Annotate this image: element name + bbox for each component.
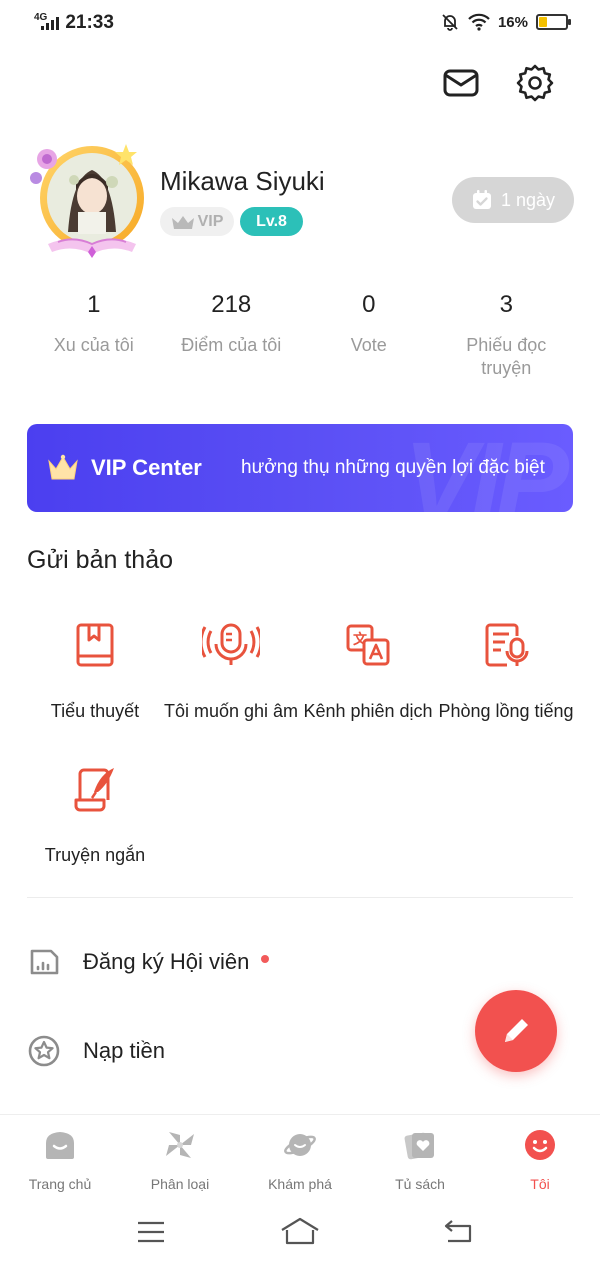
stat-points[interactable]: 218 Điểm của tôi — [163, 290, 301, 380]
submit-item-dubbing[interactable]: Phòng lồng tiếng — [436, 622, 576, 722]
crown-icon — [171, 215, 194, 229]
planet-icon — [284, 1134, 316, 1156]
nav-label: Phân loại — [150, 1176, 210, 1192]
stat-label: Điểm của tôi — [181, 335, 282, 355]
home-icon — [46, 1132, 74, 1159]
username: Mikawa Siyuki — [160, 166, 325, 196]
section-divider — [27, 897, 573, 898]
submit-item-label: Kênh phiên dịch — [303, 701, 433, 721]
stat-coins[interactable]: 1 Xu của tôi — [25, 290, 163, 380]
bottom-nav: Trang chủ Phân loại Khám phá Tủ sách Tôi — [0, 1114, 600, 1198]
nav-profile[interactable]: Tôi — [480, 1115, 600, 1198]
stat-reading-tickets[interactable]: 3 Phiếu đọc truyện — [438, 290, 576, 380]
book-icon — [76, 623, 114, 667]
smiley-profile-icon — [525, 1130, 555, 1160]
stat-vote[interactable]: 0 Vote — [300, 290, 438, 380]
avatar[interactable] — [28, 140, 152, 264]
stat-value: 1 — [87, 291, 101, 318]
crown-icon — [48, 454, 78, 480]
calendar-check-icon — [472, 190, 491, 209]
battery-fill — [539, 17, 547, 27]
menu-item-label: Đăng ký Hội viên — [83, 949, 250, 974]
menu-item-membership[interactable]: Đăng ký Hội viên — [27, 942, 427, 982]
nav-home[interactable]: Trang chủ — [0, 1115, 120, 1198]
clock: 21:33 — [65, 12, 114, 33]
membership-card-icon — [30, 949, 59, 975]
submit-item-label: Tiểu thuyết — [50, 701, 140, 721]
submit-item-translation[interactable]: 文 Kênh phiên dịch — [298, 622, 438, 722]
status-bar: 4G 21:33 16% — [0, 0, 600, 46]
stat-value: 3 — [499, 291, 513, 318]
network-type: 4G — [34, 11, 48, 23]
dubbing-icon — [485, 623, 529, 667]
nav-label: Tôi — [530, 1176, 550, 1192]
submit-item-novel[interactable]: Tiểu thuyết — [25, 622, 165, 722]
nav-explore[interactable]: Khám phá — [240, 1115, 360, 1198]
vip-badge-label: VIP — [197, 212, 224, 230]
back-icon[interactable] — [442, 1218, 474, 1244]
level-badge[interactable]: Lv.8 — [240, 207, 303, 236]
section-title-submit: Gửi bản thảo — [27, 546, 173, 574]
stat-label: Xu của tôi — [53, 335, 134, 355]
status-left: 4G 21:33 — [34, 12, 114, 34]
submit-item-label: Truyện ngắn — [44, 845, 146, 865]
translate-icon: 文 — [346, 624, 390, 666]
menu-item-label: Nạp tiền — [83, 1038, 165, 1063]
notification-dot — [261, 955, 270, 963]
checkin-label: 1 ngày — [500, 189, 556, 210]
nav-label: Trang chủ — [28, 1176, 92, 1192]
stat-label: Vote — [350, 335, 387, 355]
submit-item-label: Tôi muốn ghi âm — [163, 701, 299, 721]
stats-row: 1 Xu của tôi 218 Điểm của tôi 0 Vote 3 P… — [25, 290, 575, 380]
mute-bell-icon — [442, 14, 458, 31]
menu-item-top-up[interactable]: Nạp tiền — [27, 1031, 427, 1071]
bookshelf-icon — [404, 1132, 434, 1160]
vip-center-description: hưởng thụ những quyền lợi đặc biệt — [241, 457, 545, 478]
vip-center-title: VIP Center — [91, 455, 202, 480]
checkin-button[interactable]: 1 ngày — [452, 177, 574, 223]
category-pinwheel-icon — [166, 1132, 194, 1158]
gear-icon[interactable] — [516, 64, 554, 102]
vip-center-banner[interactable]: VIP VIP Center hưởng thụ những quyền lợi… — [27, 424, 573, 512]
mail-icon[interactable] — [442, 64, 480, 102]
nav-category[interactable]: Phân loại — [120, 1115, 240, 1198]
status-right: 16% — [440, 12, 571, 32]
quill-scroll-icon — [74, 768, 114, 812]
star-coin-icon — [28, 1035, 60, 1067]
wifi-icon — [468, 13, 490, 31]
stat-value: 218 — [211, 291, 252, 318]
write-fab-button[interactable] — [475, 990, 557, 1072]
nav-label: Tủ sách — [395, 1176, 445, 1192]
system-nav-bar — [0, 1198, 600, 1267]
battery-icon — [536, 14, 571, 30]
menu-icon[interactable] — [136, 1220, 166, 1244]
submit-item-label: Phòng lồng tiếng — [438, 701, 574, 721]
nav-bookshelf[interactable]: Tủ sách — [360, 1115, 480, 1198]
submit-item-record[interactable]: Tôi muốn ghi âm — [161, 622, 301, 722]
battery-percent: 16% — [497, 13, 528, 31]
microphone-icon — [199, 623, 263, 665]
pencil-icon — [505, 1019, 528, 1042]
vip-badge[interactable]: VIP — [160, 207, 234, 236]
submit-item-short-story[interactable]: Truyện ngắn — [25, 766, 165, 866]
nav-label: Khám phá — [268, 1176, 332, 1192]
stat-label: Phiếu đọc truyện — [466, 335, 547, 378]
home-button-icon[interactable] — [279, 1216, 321, 1246]
stat-value: 0 — [362, 291, 376, 318]
